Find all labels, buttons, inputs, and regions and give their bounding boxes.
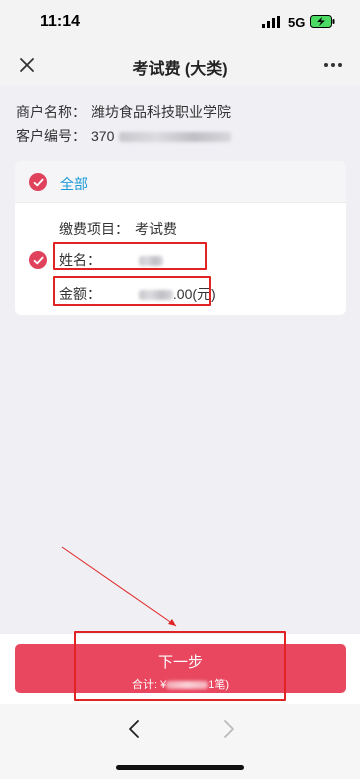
customer-number-redacted xyxy=(119,132,232,143)
forward-arrow-icon[interactable] xyxy=(218,718,238,740)
amount-highlight-box xyxy=(53,276,211,306)
signal-icon xyxy=(262,16,280,28)
select-all-row[interactable]: 全部 xyxy=(15,161,346,203)
merchant-name-row: 商户名称： 潍坊食品科技职业学院 xyxy=(16,100,231,124)
status-time: 11:14 xyxy=(40,13,81,30)
fee-item-key: 缴费项目： xyxy=(59,221,129,237)
item-check-icon[interactable] xyxy=(29,251,47,269)
fee-item-row: 缴费项目： 考试费 xyxy=(59,219,177,239)
next-button-highlight-box xyxy=(74,631,286,701)
customer-number-prefix: 370 xyxy=(91,128,115,144)
merchant-name-key: 商户名称： xyxy=(16,104,86,120)
select-all-check-icon[interactable] xyxy=(29,173,47,191)
merchant-info: 商户名称： 潍坊食品科技职业学院 客户编号： 370 xyxy=(16,100,232,148)
nav-bar: 考试费 (大类) xyxy=(0,44,360,86)
merchant-name-value: 潍坊食品科技职业学院 xyxy=(91,104,231,120)
battery-charging-icon xyxy=(310,15,335,28)
select-all-label[interactable]: 全部 xyxy=(60,174,88,194)
customer-number-key: 客户编号： xyxy=(16,128,86,144)
back-arrow-icon[interactable] xyxy=(125,718,145,740)
status-bar: 11:14 5G xyxy=(0,0,360,44)
home-indicator xyxy=(116,765,244,770)
more-icon[interactable] xyxy=(320,52,346,78)
customer-number-row: 客户编号： 370 xyxy=(16,124,232,148)
fee-item-value: 考试费 xyxy=(135,221,177,237)
name-highlight-box xyxy=(53,242,207,270)
page-title: 考试费 (大类) xyxy=(132,61,228,78)
network-label: 5G xyxy=(288,15,306,30)
